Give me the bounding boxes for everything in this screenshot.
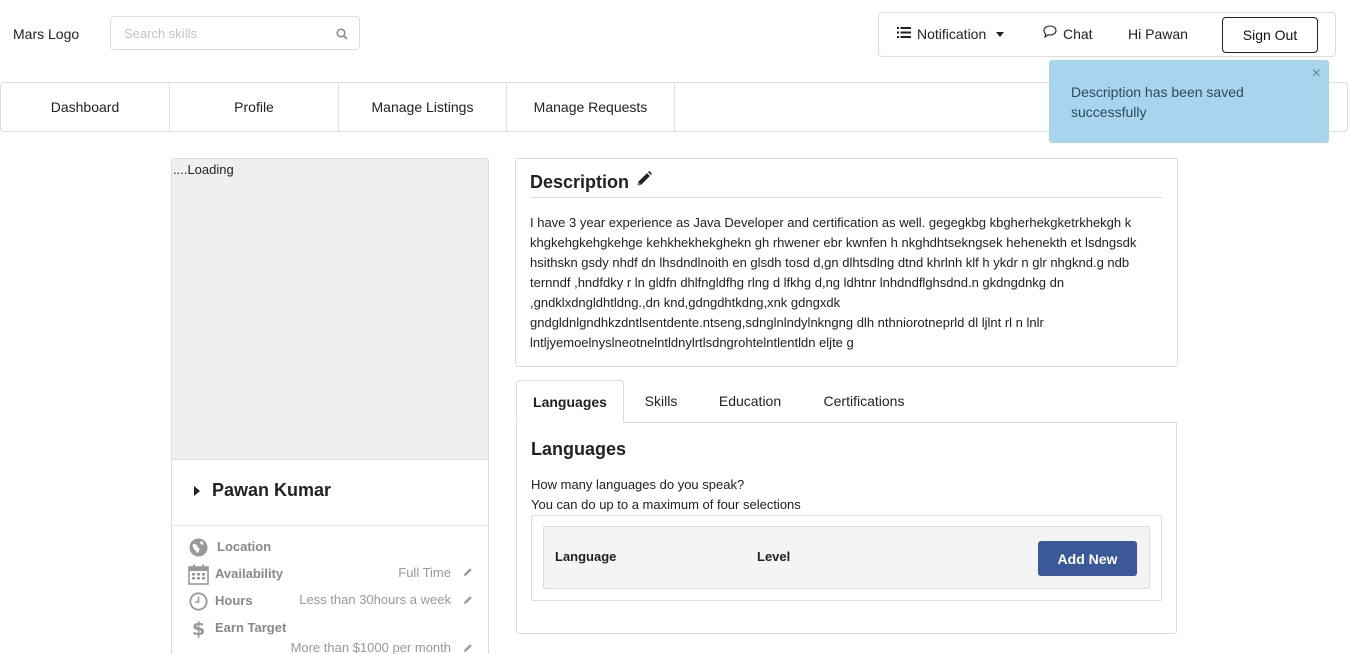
edit-description-icon[interactable] [636, 170, 653, 192]
logo[interactable]: Mars Logo [13, 26, 79, 42]
chat-icon [1043, 12, 1057, 55]
notification-label: Notification [917, 26, 987, 42]
nav-dashboard[interactable]: Dashboard [1, 83, 170, 131]
earn-target-label: Earn Target [215, 620, 287, 635]
caret-right-icon [194, 486, 200, 496]
add-new-language-button[interactable]: Add New [1038, 541, 1137, 576]
languages-table-header: Language Level Add New [543, 526, 1150, 589]
description-card: Description I have 3 year experience as … [515, 158, 1178, 367]
search-box [110, 16, 360, 50]
nav-manage-listings[interactable]: Manage Listings [339, 83, 507, 131]
profile-name: Pawan Kumar [212, 480, 332, 500]
edit-hours-icon[interactable] [463, 592, 473, 610]
tab-certifications[interactable]: Certifications [810, 380, 918, 423]
svg-text:$: $ [192, 618, 205, 639]
list-icon [897, 12, 911, 55]
profile-name-row[interactable]: Pawan Kumar [172, 460, 488, 526]
languages-hint-text: You can do up to a maximum of four selec… [531, 497, 801, 512]
hours-label: Hours [215, 593, 253, 608]
column-language: Language [555, 549, 617, 564]
search-input[interactable] [111, 17, 321, 49]
tab-education[interactable]: Education [706, 380, 794, 423]
calendar-icon [188, 564, 209, 590]
nav-manage-requests[interactable]: Manage Requests [507, 83, 675, 131]
edit-availability-icon[interactable] [463, 564, 473, 582]
languages-question-text: How many languages do you speak? [531, 477, 745, 492]
profile-image: ....Loading [172, 159, 488, 460]
user-greeting[interactable]: Hi Pawan [1128, 13, 1188, 56]
earn-target-value: More than $1000 per month [290, 640, 451, 654]
globe-icon [189, 538, 208, 562]
success-toast: Description has been saved successfully … [1049, 60, 1329, 143]
languages-question: How many languages do you speak? You can… [531, 475, 801, 515]
loading-text: ....Loading [173, 162, 234, 177]
clock-icon [189, 592, 208, 616]
profile-card: ....Loading Pawan Kumar Location Availab… [171, 158, 489, 654]
description-heading: Description [530, 170, 653, 194]
nav-profile[interactable]: Profile [170, 83, 339, 131]
column-level: Level [757, 549, 791, 564]
location-label: Location [217, 539, 272, 554]
edit-earn-target-icon[interactable] [463, 640, 473, 654]
divider [530, 197, 1163, 198]
languages-panel: Languages How many languages do you spea… [516, 422, 1177, 634]
chat-link[interactable]: Chat [1043, 13, 1093, 56]
chat-label: Chat [1063, 26, 1093, 42]
hours-value: Less than 30hours a week [299, 592, 451, 607]
description-title: Description [530, 172, 630, 192]
tab-skills[interactable]: Skills [631, 380, 691, 423]
tab-languages[interactable]: Languages [516, 380, 624, 423]
close-icon[interactable]: × [1312, 64, 1321, 84]
top-menu: Notification Chat Hi Pawan Sign Out [878, 12, 1336, 57]
toast-message: Description has been saved successfully [1071, 84, 1244, 120]
notification-dropdown[interactable]: Notification [897, 12, 1005, 56]
description-text: I have 3 year experience as Java Develop… [530, 215, 1137, 350]
dollar-icon: $ [192, 618, 206, 644]
availability-label: Availability [215, 566, 284, 581]
sign-out-button[interactable]: Sign Out [1222, 17, 1318, 53]
chevron-down-icon [996, 31, 1005, 37]
languages-table: Language Level Add New [531, 515, 1162, 601]
search-icon[interactable] [336, 27, 348, 45]
availability-value: Full Time [398, 565, 451, 580]
languages-title: Languages [531, 439, 627, 459]
